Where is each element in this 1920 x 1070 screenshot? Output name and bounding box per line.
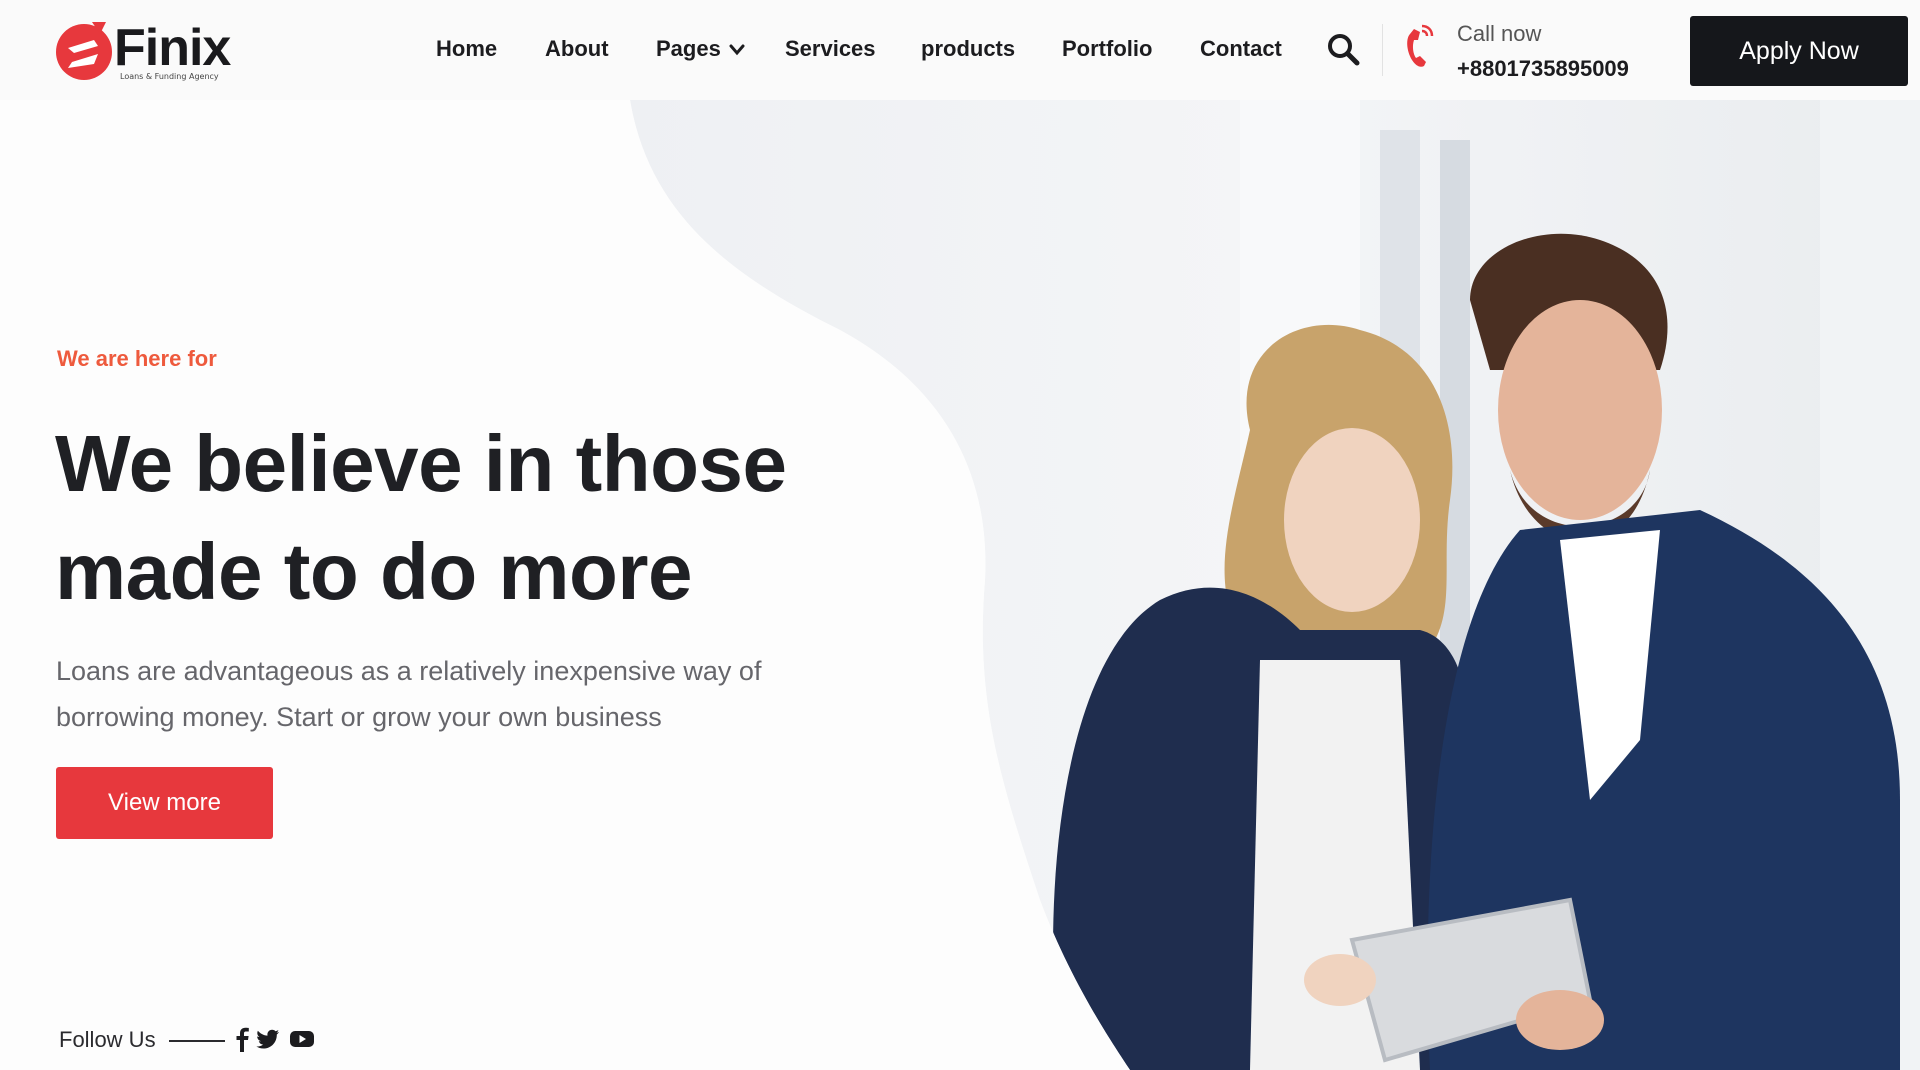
nav-portfolio[interactable]: Portfolio bbox=[1062, 36, 1152, 62]
chevron-down-icon bbox=[729, 44, 745, 56]
nav-products[interactable]: products bbox=[921, 36, 1015, 62]
hero-section: We are here for We believe in those made… bbox=[0, 100, 1920, 1070]
logo-wordmark: Finix bbox=[114, 19, 231, 77]
finix-logo[interactable]: Finix Loans & Funding Agency bbox=[54, 16, 244, 86]
view-more-button[interactable]: View more bbox=[56, 767, 273, 839]
nav-services[interactable]: Services bbox=[785, 36, 876, 62]
hero-headline-line-2: made to do more bbox=[55, 527, 693, 616]
follow-us-label: Follow Us bbox=[59, 1027, 156, 1052]
search-icon[interactable] bbox=[1326, 32, 1360, 66]
call-now-label: Call now bbox=[1457, 21, 1542, 46]
hero-headline-line-1: We believe in those bbox=[55, 419, 787, 508]
phone-number-link[interactable]: +8801735895009 bbox=[1457, 56, 1629, 82]
youtube-icon[interactable] bbox=[289, 1026, 315, 1052]
nav-contact[interactable]: Contact bbox=[1200, 36, 1282, 62]
hero-eyebrow: We are here for bbox=[57, 346, 217, 371]
logo-tagline: Loans & Funding Agency bbox=[120, 72, 219, 81]
twitter-icon[interactable] bbox=[255, 1026, 281, 1052]
phone-icon bbox=[1407, 24, 1434, 67]
follow-divider-line bbox=[169, 1040, 225, 1042]
finix-logo-mark-icon bbox=[56, 22, 112, 80]
header-divider bbox=[1382, 24, 1383, 76]
nav-pages[interactable]: Pages bbox=[656, 36, 745, 62]
facebook-icon[interactable] bbox=[229, 1026, 255, 1052]
apply-now-button[interactable]: Apply Now bbox=[1690, 16, 1908, 86]
nav-home[interactable]: Home bbox=[436, 36, 497, 62]
hero-headline: We believe in those made to do more bbox=[55, 410, 815, 626]
nav-about[interactable]: About bbox=[545, 36, 609, 62]
hero-description: Loans are advantageous as a relatively i… bbox=[56, 656, 762, 732]
site-header: Finix Loans & Funding Agency Home About … bbox=[0, 0, 1920, 100]
nav-pages-label: Pages bbox=[656, 36, 721, 61]
